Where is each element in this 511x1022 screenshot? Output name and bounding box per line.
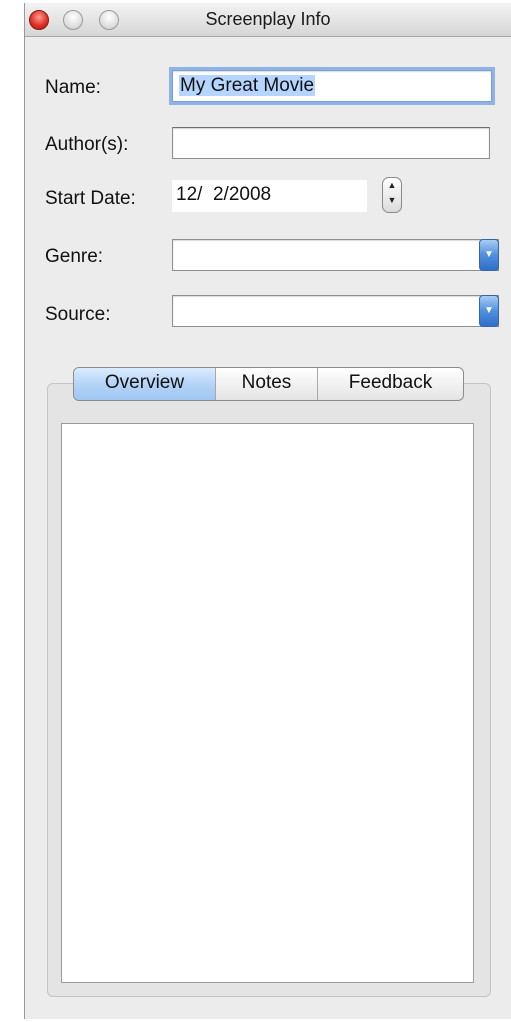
overview-text-area[interactable] [61, 423, 474, 983]
genre-popup[interactable]: ▼ [172, 239, 499, 271]
genre-popup-arrow-icon[interactable]: ▼ [479, 239, 499, 271]
stepper-up-icon[interactable]: ▲ [383, 178, 401, 193]
name-field[interactable]: My Great Movie [172, 70, 492, 102]
tab-notes[interactable]: Notes [216, 368, 318, 400]
source-popup[interactable]: ▼ [172, 295, 499, 327]
start-date-label: Start Date: [45, 188, 136, 209]
tab-feedback[interactable]: Feedback [318, 368, 463, 400]
title-bar[interactable]: Screenplay Info [25, 3, 511, 37]
window-title: Screenplay Info [205, 9, 331, 29]
name-value: My Great Movie [179, 75, 316, 96]
authors-label: Author(s): [45, 134, 129, 155]
source-popup-arrow-icon[interactable]: ▼ [479, 295, 499, 327]
screenplay-info-window: Screenplay Info Name: My Great Movie Aut… [24, 3, 511, 1019]
date-stepper[interactable]: ▲ ▼ [382, 177, 402, 213]
source-label: Source: [45, 304, 111, 325]
stepper-down-icon[interactable]: ▼ [383, 193, 401, 208]
name-label: Name: [45, 77, 101, 98]
authors-field[interactable] [172, 127, 490, 159]
tab-bar: Overview Notes Feedback [73, 367, 464, 401]
tab-overview[interactable]: Overview [74, 368, 216, 400]
genre-label: Genre: [45, 246, 104, 267]
start-date-field[interactable]: 12/ 2/2008 [172, 180, 367, 212]
